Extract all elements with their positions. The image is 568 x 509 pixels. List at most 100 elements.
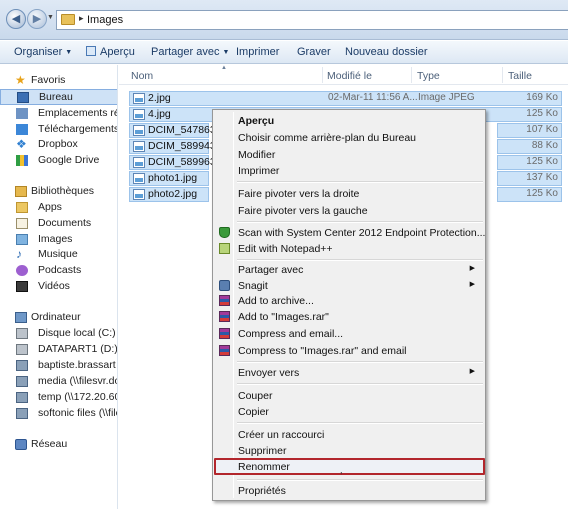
menu-item-compress-rar-email[interactable]: Compress to "Images.rar" and email — [215, 343, 483, 359]
menu-label: Copier — [238, 406, 269, 418]
file-size: 137 Ko — [526, 172, 558, 183]
nav-softonic[interactable]: softonic files (\\files — [0, 406, 118, 421]
nav-disque-local[interactable]: Disque local (C:) — [0, 326, 117, 341]
menu-label: Compress to "Images.rar" and email — [238, 345, 407, 357]
column-header-name[interactable]: Nom — [131, 70, 153, 82]
nav-datapart1[interactable]: DATAPART1 (D:) — [0, 342, 117, 357]
nav-label: Disque local (C:) — [38, 327, 116, 339]
nav-apps[interactable]: Apps — [0, 200, 117, 215]
apercu-button[interactable]: Aperçu — [86, 46, 135, 58]
nav-media[interactable]: media (\\filesvr.don — [0, 374, 118, 389]
menu-item-copier[interactable]: Copier — [215, 404, 483, 420]
menu-item-envoyer[interactable]: Envoyer vers ▶ — [215, 365, 483, 381]
nav-musique[interactable]: ♪ Musique — [0, 247, 117, 262]
address-field[interactable]: ▸ Images — [56, 10, 568, 30]
drive-icon — [16, 328, 28, 339]
menu-item-apercu[interactable]: Aperçu — [215, 113, 483, 129]
submenu-arrow-icon: ▶ — [469, 281, 475, 288]
menu-label: Modifier — [238, 149, 276, 161]
nav-label: softonic files (\\files — [38, 407, 118, 419]
nav-label: Emplacements récents — [38, 107, 117, 119]
menu-item-pivoter-gauche[interactable]: Faire pivoter vers la gauche — [215, 203, 483, 219]
nav-images[interactable]: Images — [0, 232, 117, 247]
menu-label: Faire pivoter vers la droite — [238, 188, 360, 200]
menu-item-partager[interactable]: Partager avec ▶ — [215, 262, 483, 278]
column-divider[interactable] — [322, 67, 323, 83]
menu-item-add-rar[interactable]: Add to "Images.rar" — [215, 309, 483, 325]
menu-separator — [237, 422, 483, 424]
nav-label: media (\\filesvr.don — [38, 375, 118, 387]
menu-item-scan[interactable]: Scan with System Center 2012 Endpoint Pr… — [215, 225, 486, 241]
nav-temp[interactable]: temp (\\172.20.60.2 — [0, 390, 117, 405]
new-folder-button[interactable]: Nouveau dossier — [345, 46, 428, 58]
jpeg-file-icon — [133, 109, 145, 120]
jpeg-file-icon — [133, 125, 145, 136]
nav-label: Téléchargements — [38, 123, 118, 135]
folder-icon — [61, 14, 75, 25]
menu-item-arriere-plan[interactable]: Choisir comme arrière-plan du Bureau — [215, 130, 483, 146]
menu-item-proprietes[interactable]: Propriétés — [215, 483, 483, 499]
breadcrumb-separator[interactable]: ▸ — [79, 13, 84, 24]
menu-item-couper[interactable]: Couper — [215, 388, 483, 404]
imprimer-button[interactable]: Imprimer — [236, 46, 279, 58]
menu-item-snagit[interactable]: Snagit ▶ — [215, 278, 483, 294]
dropbox-icon: ❖ — [16, 137, 27, 151]
forward-button[interactable]: ▶ — [27, 9, 47, 29]
menu-item-add-archive[interactable]: Add to archive... — [215, 293, 483, 309]
nav-label: Bibliothèques — [31, 185, 95, 197]
menu-item-compress-email[interactable]: Compress and email... — [215, 326, 483, 342]
organiser-button[interactable]: Organiser ▼ — [14, 46, 72, 58]
nav-label: Dropbox — [38, 138, 78, 150]
menu-item-modifier[interactable]: Modifier — [215, 147, 483, 163]
partager-button[interactable]: Partager avec ▼ — [151, 46, 229, 58]
menu-item-supprimer[interactable]: Supprimer — [215, 443, 483, 459]
nav-label: Images — [38, 233, 73, 245]
nav-ordinateur[interactable]: Ordinateur — [0, 310, 117, 325]
breadcrumb-images[interactable]: Images — [87, 14, 123, 26]
nav-dropbox[interactable]: ❖ Dropbox — [0, 137, 117, 152]
menu-label: Propriétés — [238, 485, 286, 497]
file-name: 4.jpg — [148, 108, 171, 120]
nav-label: Ordinateur — [31, 311, 81, 323]
file-size: 107 Ko — [526, 124, 558, 135]
file-size: 125 Ko — [526, 108, 558, 119]
nav-baptiste[interactable]: baptiste.brassart (\\ — [0, 358, 117, 373]
nav-telechargements[interactable]: Téléchargements — [0, 122, 118, 137]
snagit-icon — [219, 280, 230, 291]
chevron-down-icon: ▼ — [222, 49, 230, 56]
menu-separator — [237, 361, 483, 363]
column-header-size[interactable]: Taille — [508, 70, 532, 82]
nav-podcasts[interactable]: Podcasts — [0, 263, 117, 278]
menu-label: Supprimer — [238, 445, 287, 457]
nav-bureau[interactable]: Bureau — [0, 89, 117, 105]
nav-videos[interactable]: Vidéos — [0, 279, 117, 294]
file-row[interactable]: 2.jpg 02-Mar-11 11:56 A... Image JPEG 169 K… — [129, 91, 562, 106]
nav-documents[interactable]: Documents — [0, 216, 117, 231]
column-divider[interactable] — [502, 67, 503, 83]
nav-favoris[interactable]: ★ Favoris — [0, 73, 117, 88]
menu-item-imprimer[interactable]: Imprimer — [215, 163, 483, 179]
column-divider[interactable] — [411, 67, 412, 83]
menu-item-renommer[interactable]: Renommer — [214, 458, 485, 475]
menu-item-notepad[interactable]: Edit with Notepad++ — [215, 241, 483, 257]
column-header-type[interactable]: Type — [417, 70, 440, 82]
menu-item-raccourci[interactable]: Créer un raccourci — [215, 427, 483, 443]
menu-label: Couper — [238, 390, 273, 402]
podcast-icon — [16, 265, 28, 276]
menu-label: Add to "Images.rar" — [238, 311, 329, 323]
graver-button[interactable]: Graver — [297, 46, 331, 58]
menu-label: Scan with System Center 2012 Endpoint Pr… — [238, 227, 486, 239]
history-dropdown-icon[interactable]: ▼ — [47, 14, 54, 21]
column-header-modified[interactable]: Modifié le — [327, 70, 372, 82]
winrar-icon — [219, 311, 230, 322]
menu-label: Choisir comme arrière-plan du Bureau — [238, 132, 416, 144]
menu-separator — [237, 221, 483, 223]
nav-reseau[interactable]: Réseau — [0, 437, 117, 452]
menu-item-pivoter-droite[interactable]: Faire pivoter vers la droite — [215, 186, 483, 202]
nav-label: Vidéos — [38, 280, 70, 292]
nav-emplacements-recents[interactable]: Emplacements récents — [0, 106, 117, 121]
shield-icon — [219, 227, 230, 238]
back-button[interactable]: ◀ — [6, 9, 26, 29]
nav-bibliotheques[interactable]: Bibliothèques — [0, 184, 117, 199]
nav-google-drive[interactable]: Google Drive — [0, 153, 117, 168]
